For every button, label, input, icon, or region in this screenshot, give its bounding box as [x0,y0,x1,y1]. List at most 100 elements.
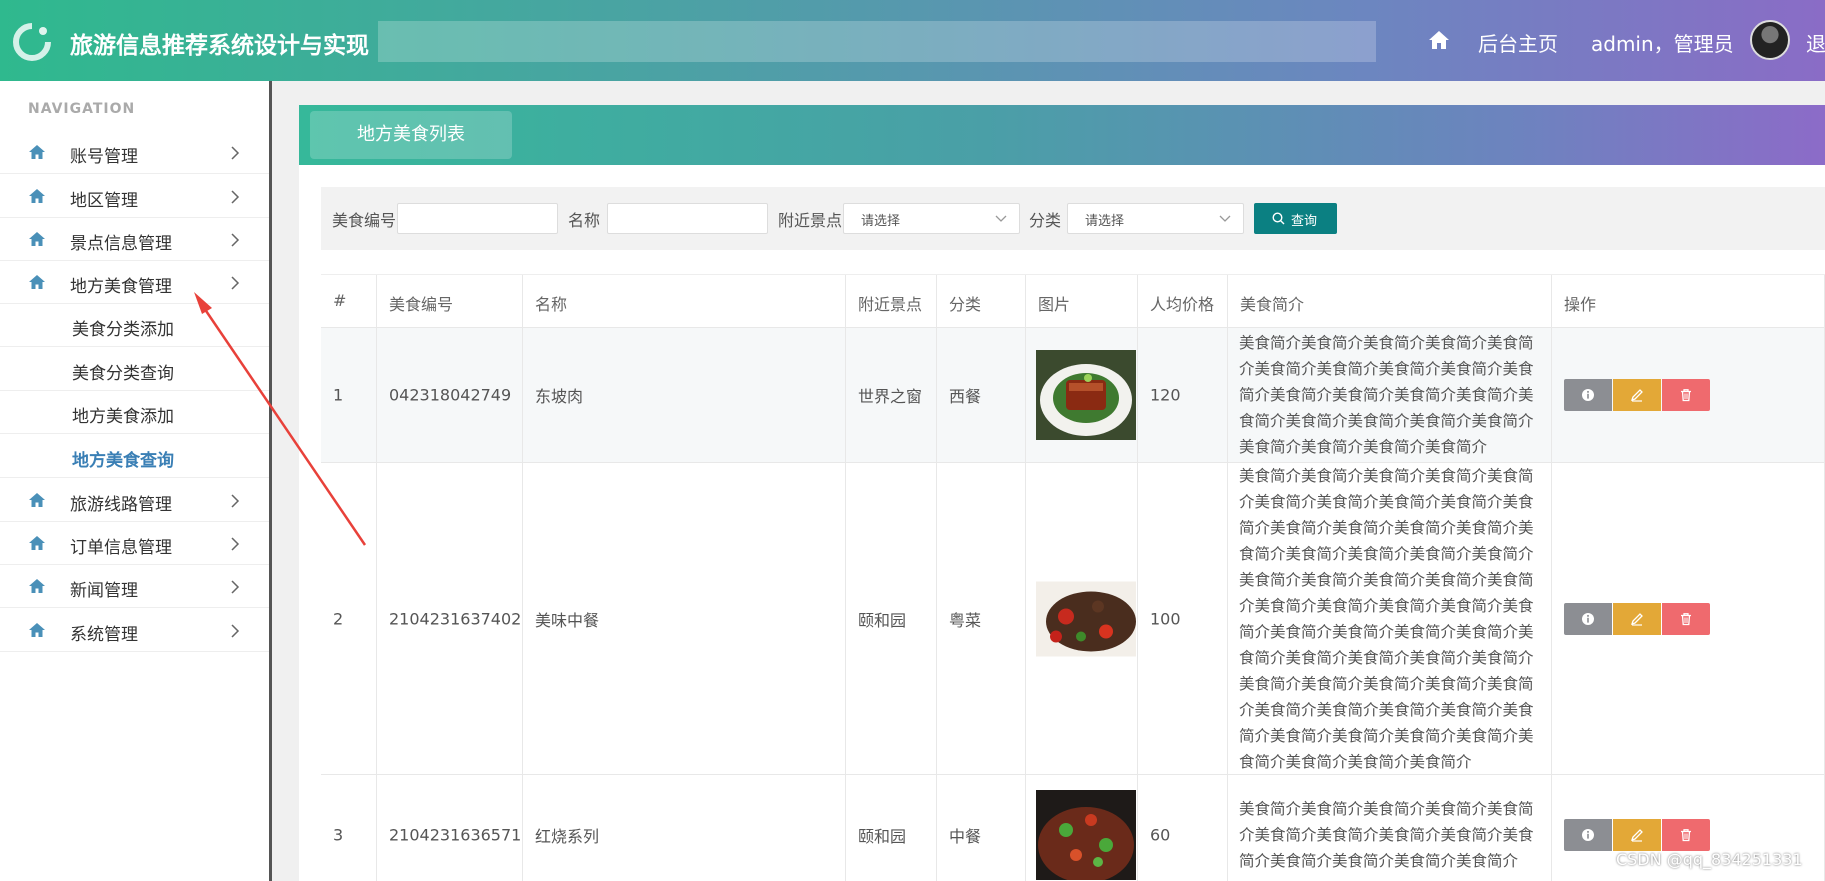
name-label: 名称 [568,211,601,230]
sidebar-item[interactable]: 系统管理 [0,609,269,652]
column-header-label: 美食简介 [1240,295,1305,314]
column-header-label: 操作 [1564,295,1597,314]
table-cell: 60 [1138,775,1228,881]
column-header: 美食编号 [377,275,523,328]
chevron-right-icon [230,623,240,638]
edit-button[interactable] [1613,602,1661,635]
home-icon [28,188,46,204]
table-cell [1026,328,1138,462]
delete-button[interactable] [1662,818,1710,851]
cell-spot: 世界之窗 [858,387,923,406]
category-select[interactable]: 请选择 [1067,203,1244,234]
tab-food-list[interactable]: 地方美食列表 [310,111,512,159]
chevron-right-icon [230,579,240,594]
table-cell: 粤菜 [937,463,1026,774]
table-cell: 2104231637402 [377,463,523,774]
delete-button[interactable] [1662,379,1710,411]
spot-label: 附近景点 [778,211,843,230]
sidebar-subitem-label: 地方美食添加 [72,407,174,427]
view-button[interactable] [1564,602,1612,635]
cell-price: 120 [1150,385,1181,405]
sidebar-item[interactable]: 新闻管理 [0,565,269,608]
column-header-label: 人均价格 [1150,295,1215,314]
delete-button[interactable] [1662,602,1710,635]
table-cell: 美味中餐 [523,463,846,774]
view-button[interactable] [1564,379,1612,411]
table-cell [1552,463,1825,774]
cell-code: 042318042749 [389,385,512,405]
column-header: 名称 [523,275,846,328]
sidebar-item-label: 地区管理 [70,191,138,211]
table-cell [1026,463,1138,774]
table-row: 3 2104231636571 红烧系列 颐和园 中餐 60 美食简介美食简介美食简介美食简… [321,775,1825,881]
table-cell: 美食简介美食简介美食简介美食简介美食简介美食简介美食简介美食简介美食简介美食简介… [1228,328,1552,462]
column-header: 图片 [1026,275,1138,328]
food-image [1036,581,1136,656]
home-icon[interactable] [1428,30,1450,50]
edit-button[interactable] [1613,379,1661,411]
filter-bar: 美食编号 名称 附近景点 请选择 分类 请选择 查询 [321,187,1825,250]
table-cell: 042318042749 [377,328,523,462]
column-header-label: 名称 [535,295,568,314]
home-icon [28,144,46,160]
home-icon [28,535,46,551]
sidebar-item-label: 景点信息管理 [70,234,172,254]
sidebar-item[interactable]: 景点信息管理 [0,218,269,261]
home-link[interactable]: 后台主页 [1478,28,1558,57]
main-content: 地方美食列表 美食编号 名称 附近景点 请选择 分类 请选择 查询 # 美食编号名… [299,105,1825,881]
search-button[interactable]: 查询 [1254,203,1337,234]
sidebar-subitem-label: 美食分类添加 [72,320,174,340]
home-icon [28,622,46,638]
category-label: 分类 [1029,211,1062,230]
logout-link[interactable]: 退 [1806,28,1825,57]
table-cell: 2104231636571 [377,775,523,881]
table-cell [1026,775,1138,881]
cell-code: 2104231636571 [389,825,522,844]
table-cell: 颐和园 [846,775,937,881]
sidebar-item-label: 订单信息管理 [70,538,172,558]
chevron-down-icon [995,215,1007,222]
sidebar-subitem-label: 地方美食查询 [72,451,174,471]
column-header: 人均价格 [1138,275,1228,328]
cell-name: 美味中餐 [535,610,600,630]
home-icon [28,492,46,508]
top-header: 旅游信息推荐系统设计与实现 后台主页 admin，管理员 退 [0,0,1825,81]
chevron-right-icon [230,145,240,160]
table-cell: 颐和园 [846,463,937,774]
food-image [1036,350,1136,440]
food-image [1036,789,1136,880]
table-cell: 100 [1138,463,1228,774]
sidebar-item-label: 系统管理 [70,625,138,645]
row-actions [1564,602,1710,635]
sidebar-item-label: 地方美食管理 [70,277,172,297]
column-header-label: 图片 [1038,295,1071,314]
sidebar-item-label: 账号管理 [70,147,138,167]
cell-name: 红烧系列 [535,826,600,846]
nav-heading: NAVIGATION [28,101,136,117]
home-icon [28,231,46,247]
view-button[interactable] [1564,818,1612,851]
sidebar-item-label: 旅游线路管理 [70,495,172,515]
sidebar-item[interactable]: 账号管理 [0,131,269,174]
code-label: 美食编号 [332,211,397,230]
name-input[interactable] [607,203,768,234]
cell-spot: 颐和园 [858,610,907,630]
code-input[interactable] [397,203,558,234]
cell-category: 粤菜 [949,610,982,630]
table-cell: 红烧系列 [523,775,846,881]
home-icon [28,578,46,594]
avatar[interactable] [1750,20,1790,60]
edit-button[interactable] [1613,818,1661,851]
sidebar-item[interactable]: 地区管理 [0,175,269,218]
app-logo-icon [13,23,51,61]
user-name: admin，管理员 [1591,32,1734,56]
search-icon [1272,212,1285,225]
chevron-right-icon [230,189,240,204]
table-row: 1 042318042749 东坡肉 世界之窗 西餐 120 美食简介美食简介美食简介美食简… [321,328,1825,463]
spot-select[interactable]: 请选择 [843,203,1020,234]
app-title: 旅游信息推荐系统设计与实现 [70,33,369,59]
table-cell: 西餐 [937,328,1026,462]
table-cell: 世界之窗 [846,328,937,462]
food-description: 美食简介美食简介美食简介美食简介美食简介美食简介美食简介美食简介美食简介美食简介… [1239,466,1534,771]
sidebar-subitem-label: 美食分类查询 [72,364,174,384]
